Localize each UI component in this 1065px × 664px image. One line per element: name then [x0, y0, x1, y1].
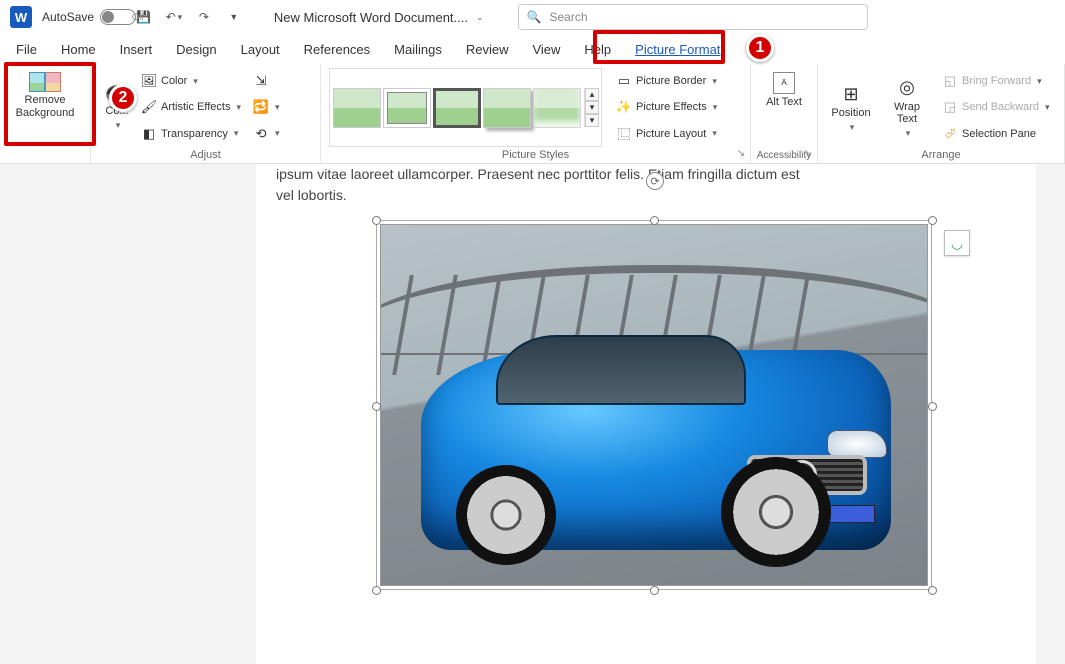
style-thumb[interactable]: [383, 88, 431, 128]
style-thumb[interactable]: [483, 88, 531, 128]
toggle-switch-icon[interactable]: [100, 9, 136, 25]
remove-background-icon: [29, 72, 61, 92]
word-app-icon: W: [10, 6, 32, 28]
picture-border-button[interactable]: ▭Picture Border▾: [616, 70, 717, 92]
selection-handle[interactable]: [928, 586, 937, 595]
ribbon-tabs: File Home Insert Design Layout Reference…: [0, 34, 1065, 64]
undo-button[interactable]: ↶▾: [164, 7, 184, 27]
color-icon: 🖼: [141, 73, 157, 89]
tab-references[interactable]: References: [294, 38, 380, 61]
remove-background-button[interactable]: Remove Background: [4, 68, 86, 123]
layout-options-button[interactable]: ◡: [944, 230, 970, 256]
autosave-state: Off: [132, 12, 144, 22]
selection-handle[interactable]: [372, 586, 381, 595]
annotation-number-2: 2: [109, 84, 137, 112]
bring-forward-icon: ◱: [942, 73, 958, 89]
tab-view[interactable]: View: [522, 38, 570, 61]
wrap-text-button[interactable]: ◎ Wrap Text▾: [882, 68, 932, 147]
group-label-picture-styles: Picture Styles: [321, 149, 750, 161]
style-thumb[interactable]: [333, 88, 381, 128]
tab-review[interactable]: Review: [456, 38, 519, 61]
tab-layout[interactable]: Layout: [231, 38, 290, 61]
artistic-effects-button[interactable]: 🖌Artistic Effects▾: [141, 96, 241, 118]
send-backward-icon: ◲: [942, 99, 958, 115]
group-adjust: Co...▾ 🖼Color▾ 🖌Artistic Effects▾ ◧Trans…: [91, 64, 321, 163]
position-button[interactable]: ⊞ Position▾: [826, 68, 876, 147]
layout-options-icon: ◡: [951, 235, 963, 252]
qat-customize-button[interactable]: ▼: [224, 7, 244, 27]
tab-picture-format[interactable]: Picture Format: [625, 38, 730, 61]
change-picture-icon: 🔁: [253, 99, 269, 115]
selection-handle[interactable]: [372, 402, 381, 411]
selection-pane-icon: ⮰: [942, 126, 958, 142]
compress-pictures-button[interactable]: ⇲: [253, 70, 280, 92]
transparency-icon: ◧: [141, 126, 157, 142]
tab-file[interactable]: File: [6, 38, 47, 61]
style-thumb[interactable]: [433, 88, 481, 128]
title-bar: W AutoSave Off 💾 ↶▾ ↷ ▼ New Microsoft Wo…: [0, 0, 1065, 34]
tab-home[interactable]: Home: [51, 38, 106, 61]
dialog-launcher-icon[interactable]: ↘: [802, 148, 814, 160]
style-thumb[interactable]: [533, 88, 581, 128]
group-picture-styles: ▴▾▾ ▭Picture Border▾ ✨Picture Effects▾ ⿺…: [321, 64, 751, 163]
group-label-arrange: Arrange: [818, 149, 1064, 161]
selection-handle[interactable]: [650, 216, 659, 225]
reset-picture-button[interactable]: ⟲▾: [253, 123, 280, 145]
picture-border-icon: ▭: [616, 73, 632, 89]
selection-handle[interactable]: [928, 216, 937, 225]
tab-help[interactable]: Help: [574, 38, 621, 61]
group-label-adjust: Adjust: [91, 149, 320, 161]
selection-handle[interactable]: [928, 402, 937, 411]
picture-layout-button[interactable]: ⿺Picture Layout▾: [616, 123, 717, 145]
gallery-scroll[interactable]: ▴▾▾: [584, 88, 599, 127]
group-remove-background: Remove Background: [0, 64, 91, 163]
annotation-number-1: 1: [746, 34, 774, 62]
dialog-launcher-icon[interactable]: ↘: [735, 148, 747, 160]
bring-forward-button[interactable]: ◱Bring Forward▾: [942, 70, 1050, 92]
car-image: [380, 224, 928, 586]
tab-insert[interactable]: Insert: [110, 38, 163, 61]
chevron-down-icon: ⌄: [476, 12, 484, 23]
group-accessibility: A Alt Text Accessibility ↘: [751, 64, 818, 163]
search-input[interactable]: 🔍 Search: [518, 4, 868, 30]
picture-styles-gallery[interactable]: ▴▾▾: [329, 68, 602, 147]
alt-text-button[interactable]: A Alt Text: [759, 68, 809, 113]
group-arrange: ⊞ Position▾ ◎ Wrap Text▾ ◱Bring Forward▾…: [818, 64, 1065, 163]
selection-handle[interactable]: [650, 586, 659, 595]
selection-pane-button[interactable]: ⮰Selection Pane: [942, 123, 1050, 145]
document-title[interactable]: New Microsoft Word Document.... ⌄: [274, 10, 484, 25]
picture-layout-icon: ⿺: [616, 126, 632, 142]
send-backward-button[interactable]: ◲Send Backward▾: [942, 96, 1050, 118]
autosave-label: AutoSave: [42, 10, 94, 24]
inserted-picture[interactable]: [380, 224, 928, 586]
tab-design[interactable]: Design: [166, 38, 226, 61]
position-icon: ⊞: [837, 83, 865, 105]
transparency-button[interactable]: ◧Transparency▾: [141, 123, 241, 145]
ribbon: Remove Background Co...▾ 🖼Color▾ 🖌Artist…: [0, 64, 1065, 164]
wrap-text-icon: ◎: [893, 77, 921, 99]
redo-button[interactable]: ↷: [194, 7, 214, 27]
artistic-effects-icon: 🖌: [141, 99, 157, 115]
picture-effects-button[interactable]: ✨Picture Effects▾: [616, 96, 717, 118]
search-icon: 🔍: [527, 10, 542, 24]
picture-effects-icon: ✨: [616, 99, 632, 115]
color-button[interactable]: 🖼Color▾: [141, 70, 241, 92]
search-placeholder: Search: [549, 10, 587, 24]
compress-icon: ⇲: [253, 73, 269, 89]
change-picture-button[interactable]: 🔁▾: [253, 96, 280, 118]
reset-picture-icon: ⟲: [253, 126, 269, 142]
alt-text-icon: A: [773, 72, 795, 94]
document-area[interactable]: ipsum vitae laoreet ullamcorper. Praesen…: [0, 164, 1065, 617]
rotate-handle-icon[interactable]: ⟳: [646, 172, 664, 190]
tab-mailings[interactable]: Mailings: [384, 38, 452, 61]
selection-handle[interactable]: [372, 216, 381, 225]
autosave-toggle[interactable]: AutoSave Off: [42, 9, 124, 25]
